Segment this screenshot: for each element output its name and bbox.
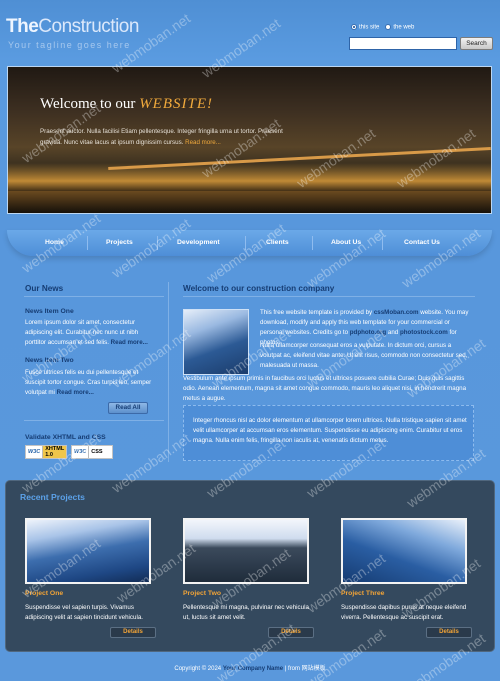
banner-body: Praesent auctor. Nulla facilisi Etiam pe…	[40, 128, 283, 146]
banner-title: Welcome to our WEBSITE!	[40, 96, 213, 113]
nav-projects[interactable]: Projects	[106, 239, 133, 246]
news-read-more-link[interactable]: Read more...	[57, 389, 94, 396]
project-image[interactable]	[25, 518, 151, 584]
logo-bold-text: The	[6, 16, 39, 37]
pdphoto-link[interactable]: pdphoto.org	[350, 329, 386, 336]
project-description: Suspendisse dapibus purus at neque eleif…	[341, 604, 467, 621]
nav-divider	[382, 236, 383, 250]
logo-rest-text: Construction	[38, 16, 139, 37]
site-logo[interactable]: TheConstruction	[6, 16, 139, 38]
project-details-button[interactable]: Details	[426, 627, 472, 638]
nav-contact-us[interactable]: Contact Us	[404, 239, 440, 246]
welcome-divider	[183, 296, 475, 297]
search-scope-options: this site the web	[351, 24, 414, 31]
news-item-title[interactable]: News Item Two	[25, 357, 74, 364]
news-divider	[24, 296, 164, 297]
project-details-button[interactable]: Details	[268, 627, 314, 638]
w3c-logo-icon: W3C	[72, 446, 90, 458]
welcome-p1-text: and	[386, 329, 400, 336]
search-button[interactable]: Search	[460, 37, 493, 50]
radio-site-icon[interactable]	[351, 24, 357, 30]
project-details-button[interactable]: Details	[110, 627, 156, 638]
nav-about-us[interactable]: About Us	[331, 239, 361, 246]
project-title[interactable]: Project One	[25, 590, 63, 597]
site-tagline: Your tagline goes here	[8, 40, 131, 50]
nav-clients[interactable]: Clients	[266, 239, 289, 246]
read-all-button[interactable]: Read All	[108, 402, 148, 414]
project-title[interactable]: Project Three	[341, 590, 384, 597]
validate-heading: Validate XHTML and CSS	[25, 434, 106, 441]
project-image[interactable]	[341, 518, 467, 584]
main-nav: Home Projects Development Clients About …	[7, 230, 492, 256]
city-lights-glow	[8, 163, 491, 193]
welcome-heading: Welcome to our construction company	[183, 284, 335, 293]
search-scope-web-label: the web	[393, 24, 415, 31]
welcome-p1-text: This free website template is provided b…	[260, 309, 374, 316]
search-scope-site[interactable]: this site	[351, 24, 379, 31]
water-reflection	[8, 191, 491, 213]
css-badge-label: CSS	[89, 446, 105, 458]
search-scope-web[interactable]: the web	[385, 24, 414, 31]
nav-divider	[87, 236, 88, 250]
footer-source-link[interactable]: 网站模板	[302, 666, 326, 672]
search-scope-site-label: this site	[359, 24, 380, 31]
welcome-paragraph-2: Nulla ullamcorper consequat eros a vulpu…	[260, 342, 468, 369]
news-item-body: Lorem ipsum dolor sit amet, consectetur …	[25, 318, 155, 348]
search-input[interactable]	[349, 37, 457, 50]
recent-projects-heading: Recent Projects	[20, 492, 85, 502]
news-heading: Our News	[25, 284, 64, 293]
project-description: Pellentesque mi magna, pulvinar nec vehi…	[183, 604, 309, 621]
news-divider	[24, 420, 164, 421]
nav-development[interactable]: Development	[177, 239, 220, 246]
welcome-paragraph-3: Vestibulum ante ipsum primis in faucibus…	[183, 375, 467, 402]
quote-text: Integer rhoncus nisl ac dolor elementum …	[193, 417, 467, 444]
footer-separator: | from	[283, 666, 302, 672]
radio-web-icon[interactable]	[385, 24, 392, 30]
nav-divider	[312, 236, 313, 250]
column-divider	[168, 282, 169, 462]
nav-divider	[157, 236, 158, 250]
banner-title-highlight: WEBSITE!	[139, 96, 214, 112]
photostock-link[interactable]: photostock.com	[400, 329, 448, 336]
banner-text: Praesent auctor. Nulla facilisi Etiam pe…	[40, 126, 295, 148]
news-read-more-link[interactable]: Read more...	[111, 339, 148, 346]
news-item-title[interactable]: News Item One	[25, 308, 74, 315]
xhtml-badge-label: XHTML 1.0	[43, 446, 67, 458]
banner-title-prefix: Welcome to our	[40, 96, 140, 112]
css-badge[interactable]: W3C CSS	[71, 445, 113, 459]
w3c-logo-icon: W3C	[26, 446, 44, 458]
building-thumbnail	[183, 309, 249, 375]
project-title[interactable]: Project Two	[183, 590, 221, 597]
footer: Copyright © 2024 Your Company Name | fro…	[0, 663, 500, 672]
news-item-body: Fusce ultrices felis eu dui pellentesque…	[25, 368, 155, 398]
footer-company-link[interactable]: Your Company Name	[223, 666, 283, 672]
cssmoban-link[interactable]: cssMoban.com	[374, 309, 419, 316]
project-image[interactable]	[183, 518, 309, 584]
project-description: Suspendisse vel sapien turpis. Vivamus a…	[25, 604, 143, 621]
nav-divider	[245, 236, 246, 250]
nav-home[interactable]: Home	[45, 239, 64, 246]
xhtml-badge[interactable]: W3C XHTML 1.0	[25, 445, 67, 459]
footer-copyright: Copyright © 2024	[174, 666, 223, 672]
banner-read-more-link[interactable]: Read more...	[185, 139, 221, 146]
